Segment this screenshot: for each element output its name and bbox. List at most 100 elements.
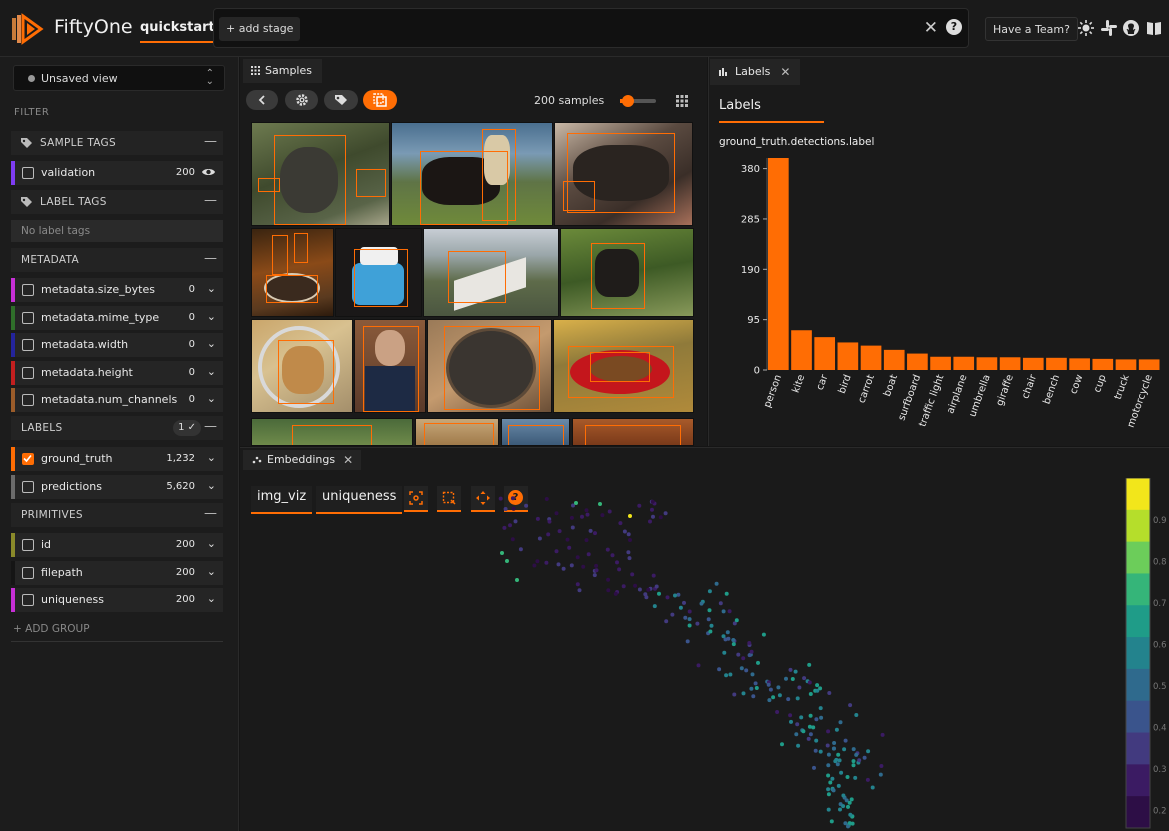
embedding-point[interactable] [687,617,692,622]
embedding-point[interactable] [786,697,791,702]
metadata-section[interactable]: METADATA — [11,248,223,272]
embedding-point[interactable] [502,525,507,530]
embedding-point[interactable] [838,807,842,812]
embedding-point[interactable] [718,601,723,606]
embedding-point[interactable] [556,562,561,567]
embedding-point[interactable] [777,693,782,698]
embedding-point[interactable] [605,547,610,552]
embedding-point[interactable] [771,695,776,700]
embedding-point[interactable] [850,821,855,826]
embedding-point[interactable] [761,632,766,637]
field-row-uniqueness[interactable]: uniqueness 200 ⌄ [11,588,223,613]
embedding-point[interactable] [503,507,508,511]
embedding-point[interactable] [574,501,578,505]
embedding-point[interactable] [744,668,749,673]
sample-thumbnail[interactable] [251,418,413,446]
embedding-point[interactable] [843,738,848,743]
embedding-point[interactable] [570,525,575,530]
dataset-selector[interactable]: quickstart [140,20,215,43]
embedding-point[interactable] [841,804,846,809]
settings-button[interactable] [285,90,318,110]
tab-samples[interactable]: Samples [243,59,322,83]
embedding-point[interactable] [753,681,758,686]
field-row-filepath[interactable]: filepath 200 ⌄ [11,560,223,585]
field-checkbox[interactable] [22,539,34,551]
embedding-point[interactable] [826,752,831,757]
embedding-point[interactable] [812,765,816,770]
chevron-down-icon[interactable]: ⌄ [207,392,216,405]
embedding-point[interactable] [643,592,648,597]
embedding-point[interactable] [508,523,512,528]
embedding-point[interactable] [879,764,884,768]
embedding-point[interactable] [851,763,856,768]
close-tab-icon[interactable]: ✕ [780,59,790,85]
tab-embeddings[interactable]: Embeddings ✕ [243,450,362,470]
chevron-down-icon[interactable]: ⌄ [207,337,216,350]
embedding-point[interactable] [683,615,688,620]
embedding-point[interactable] [794,732,799,737]
embedding-point[interactable] [593,531,597,536]
embedding-point[interactable] [670,612,675,617]
field-row-metadata-mime-type[interactable]: metadata.mime_type 0 ⌄ [11,305,223,330]
chevron-down-icon[interactable]: ⌄ [207,592,216,605]
embedding-point[interactable] [707,589,712,594]
embedding-point[interactable] [789,719,793,724]
embedding-point[interactable] [637,587,642,592]
embedding-point[interactable] [577,588,582,593]
bar-chair[interactable] [1022,357,1044,370]
bar-bird[interactable] [837,342,859,370]
embedding-point[interactable] [725,630,730,635]
embedding-point[interactable] [630,572,635,577]
field-row-metadata-width[interactable]: metadata.width 0 ⌄ [11,333,223,358]
add-group-button[interactable]: + ADD GROUP [13,623,90,635]
embedding-point[interactable] [808,713,813,718]
embedding-point[interactable] [814,738,819,743]
bar-surfboard[interactable] [907,353,928,370]
embedding-point[interactable] [544,560,549,565]
bar-kite[interactable] [791,330,812,370]
embedding-point[interactable] [621,584,626,589]
embedding-point[interactable] [707,608,712,613]
embedding-point[interactable] [837,758,842,763]
field-row-id[interactable]: id 200 ⌄ [11,533,223,557]
embedding-point[interactable] [722,650,727,655]
embedding-point[interactable] [835,762,840,767]
collapse-icon[interactable]: — [204,419,217,434]
embedding-point[interactable] [546,532,551,537]
sample-thumbnail[interactable] [251,319,353,413]
embedding-point[interactable] [626,550,631,555]
embedding-point[interactable] [788,667,793,672]
embedding-point[interactable] [741,691,746,696]
bar-carrot[interactable] [860,345,882,370]
field-checkbox[interactable] [22,594,34,607]
embedding-point[interactable] [767,698,772,703]
embedding-point[interactable] [857,758,862,763]
embedding-point[interactable] [832,741,837,745]
zoom-slider[interactable] [620,95,656,107]
embedding-point[interactable] [610,553,615,558]
embedding-point[interactable] [736,652,741,657]
embedding-point[interactable] [628,514,632,518]
embedding-point[interactable] [537,536,542,541]
embedding-point[interactable] [734,618,739,623]
embedding-point[interactable] [834,727,839,732]
embedding-point[interactable] [819,715,824,720]
embedding-point[interactable] [648,519,652,524]
embedding-point[interactable] [727,609,732,614]
sample-tags-section[interactable]: SAMPLE TAGS — [11,131,223,155]
embedding-point[interactable] [695,621,700,626]
chevron-down-icon[interactable]: ⌄ [207,365,216,378]
chevron-down-icon[interactable]: ⌄ [207,479,216,492]
field-checkbox[interactable] [22,339,34,352]
embedding-point[interactable] [784,676,788,681]
embedding-point[interactable] [818,706,823,711]
embedding-point[interactable] [802,676,807,681]
field-row-metadata-height[interactable]: metadata.height 0 ⌄ [11,360,223,385]
embedding-point[interactable] [585,512,590,517]
embedding-point[interactable] [588,528,593,533]
embedding-point[interactable] [518,547,523,552]
embedding-point[interactable] [646,587,651,592]
embedding-point[interactable] [535,516,540,521]
field-checkbox[interactable] [22,394,34,407]
sample-thumbnail[interactable] [251,122,390,226]
